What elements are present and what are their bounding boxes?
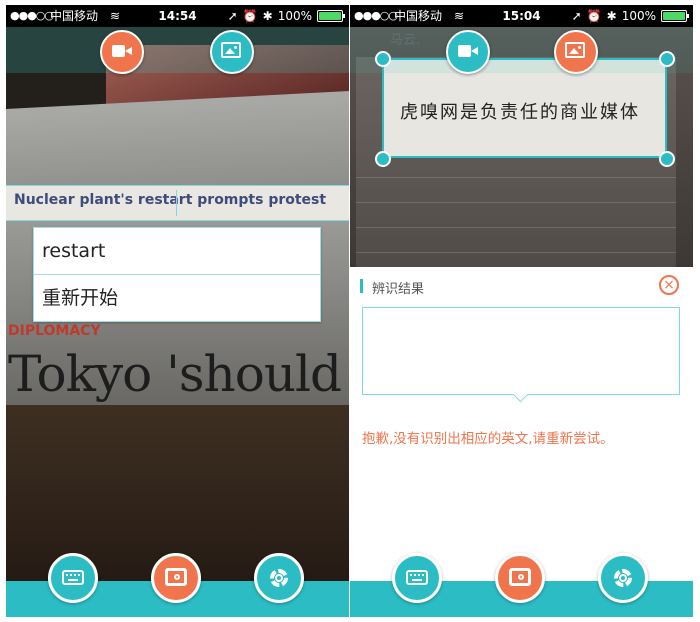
settings-button[interactable] [254,553,304,603]
status-right: ➚ ⏰ ✱ 100% [571,5,689,27]
video-camera-icon [458,45,478,57]
location-icon: ➚ [227,9,238,23]
battery-label: 100% [621,9,656,23]
camera-dim-overlay [6,27,349,617]
popup-translation[interactable]: 重新开始 [34,274,320,321]
result-panel: 辨识结果 × 抱歉,没有识别出相应的英文,请重新尝试。 [350,267,693,581]
battery-icon [317,10,345,22]
gear-icon [270,569,288,587]
capture-button[interactable] [151,553,201,603]
bluetooth-icon: ✱ [606,9,617,23]
notebook-line [356,202,676,203]
image-gallery-icon [221,42,241,58]
battery-icon [661,10,689,22]
notebook-line [356,227,676,228]
screen-word-capture: ●●●○○ 中国移动 ≋ 14:54 ➚ ⏰ ✱ 100% Nuclear pl… [6,5,349,617]
video-camera-icon [112,45,132,57]
result-text-box [362,307,680,395]
status-bar: ●●●○○ 中国移动 ≋ 15:04 ➚ ⏰ ✱ 100% [350,5,693,27]
error-message: 抱歉,没有识别出相应的英文,请重新尝试。 [362,431,614,447]
scan-selection-strip[interactable]: Nuclear plant's restart prompts protest [6,185,349,221]
gear-icon [614,569,632,587]
settings-button[interactable] [598,553,648,603]
keyboard-icon [62,570,84,585]
translation-popup: restart 重新开始 [33,227,321,322]
image-gallery-icon [565,42,585,58]
popup-word[interactable]: restart [34,228,320,274]
status-bar: ●●●○○ 中国移动 ≋ 14:54 ➚ ⏰ ✱ 100% [6,5,349,27]
result-title: 辨识结果 [372,282,425,297]
camera-icon [165,568,187,586]
camera-icon [509,568,531,586]
battery-label: 100% [277,9,312,23]
top-toolbar [6,27,349,73]
keyboard-button[interactable] [392,553,442,603]
keyboard-icon [406,570,428,585]
alarm-icon: ⏰ [242,9,258,23]
alarm-icon: ⏰ [586,9,602,23]
handwritten-text: 虎嗅网是负责任的商业媒体 [400,102,640,123]
crop-handle-bottom-right[interactable] [659,151,675,167]
close-icon[interactable]: × [659,275,679,295]
notebook-line [356,252,676,253]
capture-button[interactable] [495,553,545,603]
notebook-line [356,177,676,178]
status-right: ➚ ⏰ ✱ 100% [227,5,345,27]
video-mode-button[interactable] [100,30,144,74]
image-mode-button[interactable] [554,30,598,74]
crop-handle-top-right[interactable] [659,51,675,67]
newspaper-title: Tokyo 'should r [8,345,349,403]
keyboard-button[interactable] [48,553,98,603]
result-title-marker [360,279,363,293]
screen-handwriting-result: ●●●○○ 中国移动 ≋ 15:04 ➚ ⏰ ✱ 100% 马云. 虎嗅网是负责… [350,5,693,617]
scanned-headline: Nuclear plant's restart prompts protest [14,192,327,208]
location-icon: ➚ [571,9,582,23]
crop-handle-bottom-left[interactable] [375,151,391,167]
top-toolbar [350,27,693,73]
crop-selection-box[interactable]: 虎嗅网是负责任的商业媒体 [382,58,667,158]
scan-cursor [176,190,177,216]
video-mode-button[interactable] [446,30,490,74]
crop-handle-top-left[interactable] [375,51,391,67]
section-label: DIPLOMACY [8,323,101,339]
image-mode-button[interactable] [210,30,254,74]
bluetooth-icon: ✱ [262,9,273,23]
